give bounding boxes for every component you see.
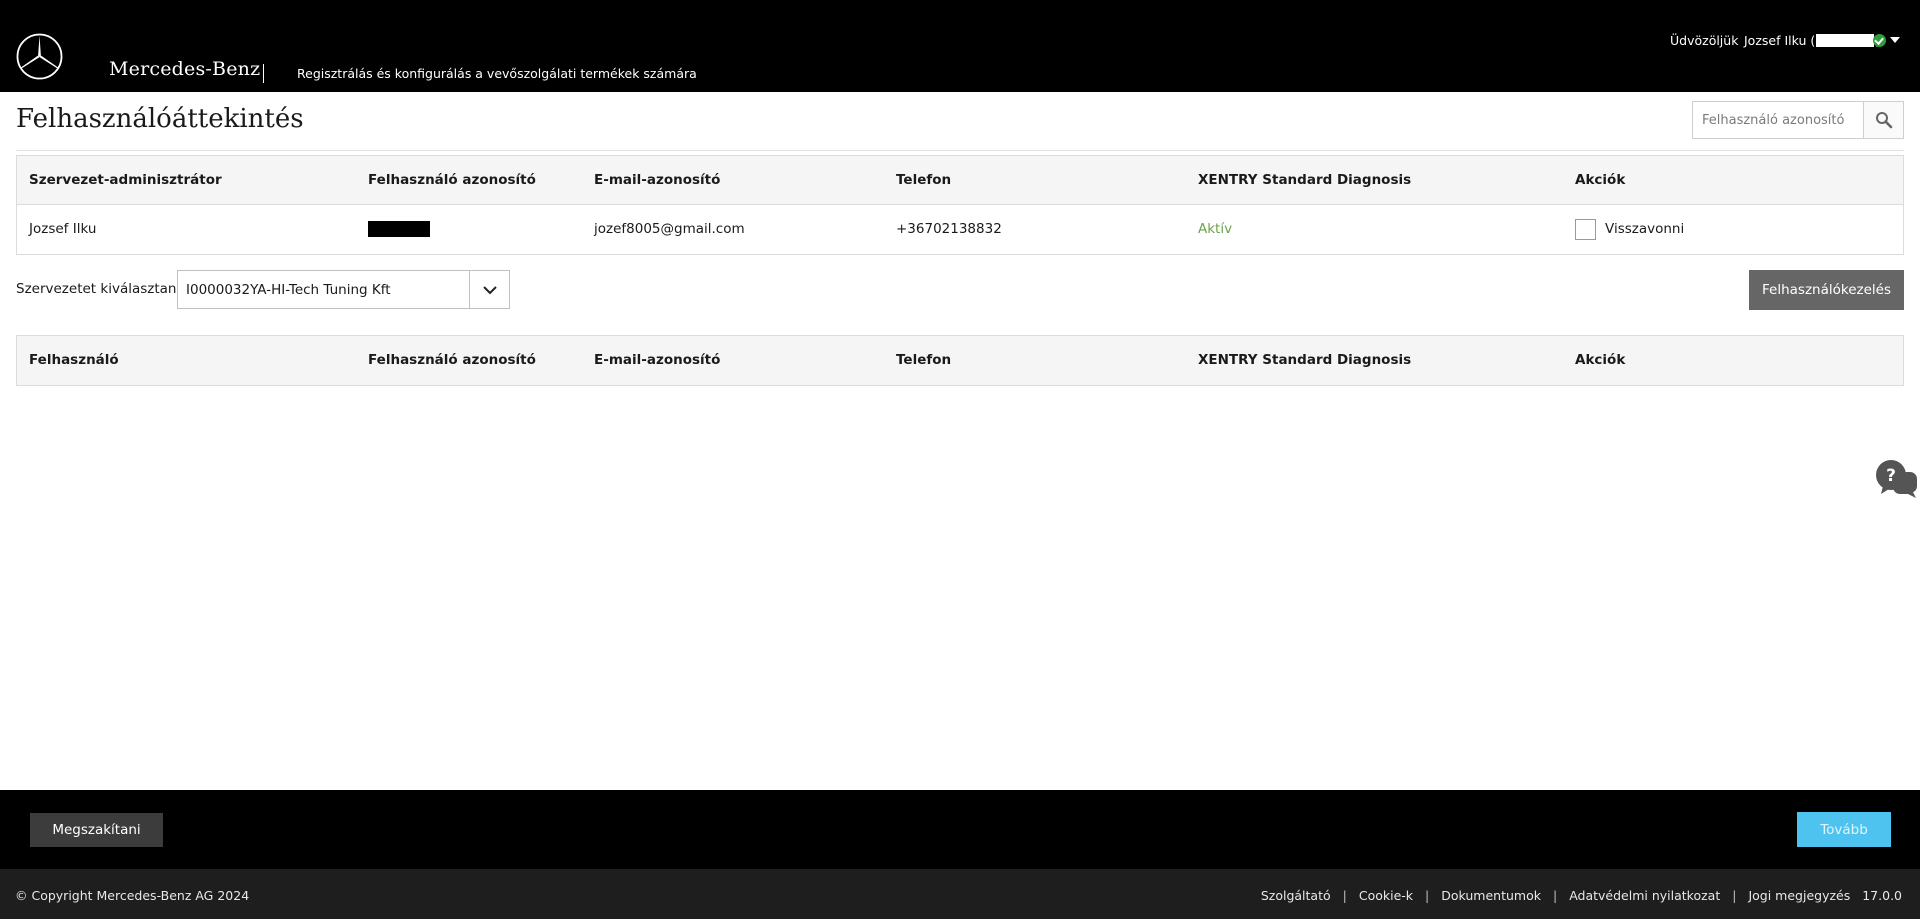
footer-separator: | xyxy=(1732,888,1737,903)
column-header: Felhasználó azonosító xyxy=(368,352,536,368)
header-tagline: Regisztrálás és konfigurálás a vevőszolg… xyxy=(297,66,697,81)
revoke-action[interactable]: Visszavonni xyxy=(1575,205,1684,253)
copyright-text: © Copyright Mercedes-Benz AG 2024 xyxy=(15,888,250,903)
mercedes-star-logo[interactable] xyxy=(16,33,63,80)
xentry-status: Aktív xyxy=(1198,221,1233,237)
column-header: E-mail-azonosító xyxy=(594,352,721,368)
footer-link-provider[interactable]: Szolgáltató xyxy=(1261,888,1331,903)
top-header: Mercedes-Benz Regisztrálás és konfigurál… xyxy=(0,0,1920,92)
column-header: XENTRY Standard Diagnosis xyxy=(1198,172,1412,188)
admin-email: jozef8005@gmail.com xyxy=(594,221,745,237)
caret-down-icon[interactable] xyxy=(1890,37,1900,43)
org-selected-value: I0000032YA-HI-Tech Tuning Kft xyxy=(186,281,391,298)
user-id-search-input[interactable] xyxy=(1693,102,1863,138)
brand-wordmark: Mercedes-Benz xyxy=(109,58,261,80)
user-name-label: Jozsef Ilku ( xyxy=(1744,33,1816,48)
column-header: Szervezet-adminisztrátor xyxy=(29,172,222,188)
page-title: Felhasználóáttekintés xyxy=(16,104,304,134)
welcome-text: Üdvözöljük xyxy=(1670,33,1739,48)
footer-link-legal[interactable]: Jogi megjegyzés xyxy=(1748,888,1850,903)
footer-link-cookies[interactable]: Cookie-k xyxy=(1359,888,1413,903)
org-select-label: Szervezetet kiválasztani xyxy=(16,281,181,297)
brand-separator xyxy=(263,64,264,83)
admin-name: Jozsef Ilku xyxy=(29,221,97,237)
column-header: E-mail-azonosító xyxy=(594,172,721,188)
table-row: Jozsef Ilku jozef8005@gmail.com +3670213… xyxy=(17,205,1903,254)
version-number: 17.0.0 xyxy=(1862,888,1902,903)
redacted-user-id xyxy=(368,221,430,237)
column-header: Akciók xyxy=(1575,352,1626,368)
column-header: Telefon xyxy=(896,352,952,368)
user-menu[interactable]: Jozsef Ilku () xyxy=(1744,33,1880,48)
admin-phone: +36702138832 xyxy=(896,221,1002,237)
admin-table: Szervezet-adminisztrátor Felhasználó azo… xyxy=(16,155,1904,255)
svg-text:?: ? xyxy=(1886,466,1896,486)
footer-link-privacy[interactable]: Adatvédelmi nyilatkozat xyxy=(1569,888,1720,903)
user-table: Felhasználó Felhasználó azonosító E-mail… xyxy=(16,335,1904,386)
column-header: Felhasználó xyxy=(29,352,119,368)
user-management-button[interactable]: Felhasználókezelés xyxy=(1749,270,1904,310)
status-check-icon xyxy=(1873,34,1886,47)
admin-user-id xyxy=(368,205,430,253)
help-chat-icon[interactable]: ? xyxy=(1874,458,1918,502)
cancel-button[interactable]: Megszakítani xyxy=(30,813,163,847)
footer-separator: | xyxy=(1552,888,1558,903)
action-bar xyxy=(0,790,1920,869)
footer-separator: | xyxy=(1342,888,1347,903)
next-button[interactable]: Tovább xyxy=(1797,812,1891,847)
column-header: Akciók xyxy=(1575,172,1626,188)
org-dropdown[interactable]: I0000032YA-HI-Tech Tuning Kft xyxy=(177,270,510,309)
title-divider xyxy=(16,150,1904,151)
table-header-row: Felhasználó Felhasználó azonosító E-mail… xyxy=(17,336,1903,385)
search-icon xyxy=(1875,112,1892,129)
revoke-checkbox[interactable] xyxy=(1575,218,1596,240)
footer-separator: | xyxy=(1425,888,1430,903)
table-header-row: Szervezet-adminisztrátor Felhasználó azo… xyxy=(17,156,1903,205)
redacted-user-id xyxy=(1816,34,1875,47)
footer-links: Szolgáltató | Cookie-k | Dokumentumok | … xyxy=(1261,888,1902,903)
footer-link-documents[interactable]: Dokumentumok xyxy=(1441,888,1541,903)
column-header: XENTRY Standard Diagnosis xyxy=(1198,352,1412,368)
chevron-down-icon xyxy=(482,285,497,294)
column-header: Felhasználó azonosító xyxy=(368,172,536,188)
search-button[interactable] xyxy=(1863,102,1903,138)
revoke-label: Visszavonni xyxy=(1605,221,1685,237)
dropdown-toggle[interactable] xyxy=(469,271,509,308)
column-header: Telefon xyxy=(896,172,952,188)
user-search xyxy=(1692,101,1904,139)
